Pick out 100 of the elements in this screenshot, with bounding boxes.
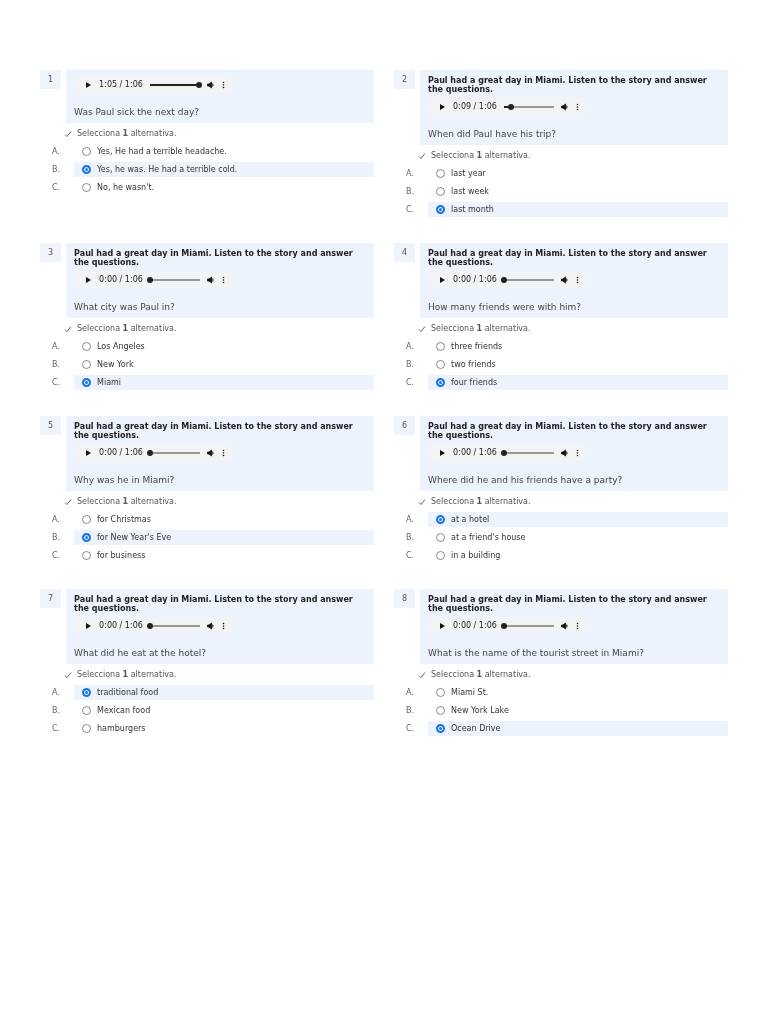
check-icon	[64, 670, 72, 679]
radio-button[interactable]	[436, 205, 445, 214]
radio-button[interactable]	[82, 688, 91, 697]
answer-option[interactable]: No, he wasn't.	[74, 180, 374, 195]
volume-icon[interactable]	[206, 275, 215, 284]
play-icon[interactable]	[438, 621, 447, 630]
more-icon[interactable]	[221, 275, 225, 284]
question-number: 1	[40, 70, 62, 89]
volume-icon[interactable]	[560, 275, 569, 284]
more-icon[interactable]	[575, 102, 579, 111]
answer-option[interactable]: last year	[428, 166, 728, 181]
answer-option[interactable]: for business	[74, 548, 374, 563]
check-icon	[64, 129, 72, 138]
hint-text: Selecciona 1 alternativa.	[77, 670, 177, 679]
audio-player[interactable]: 0:09 / 1:06	[428, 98, 589, 115]
answer-option[interactable]: for New Year's Eve	[74, 530, 374, 545]
answer-option[interactable]: last week	[428, 184, 728, 199]
option-letter: B.	[405, 187, 416, 196]
play-icon[interactable]	[84, 275, 93, 284]
more-icon[interactable]	[221, 621, 225, 630]
question-number: 4	[394, 243, 416, 262]
volume-icon[interactable]	[206, 448, 215, 457]
audio-player[interactable]: 0:00 / 1:06	[74, 444, 235, 461]
radio-button[interactable]	[436, 378, 445, 387]
progress-track[interactable]	[149, 83, 200, 86]
time-display: 0:00 / 1:06	[453, 621, 497, 630]
volume-icon[interactable]	[206, 80, 215, 89]
radio-button[interactable]	[82, 533, 91, 542]
volume-icon[interactable]	[560, 448, 569, 457]
more-icon[interactable]	[221, 80, 225, 89]
instruction-text: Paul had a great day in Miami. Listen to the story and answer the questions.	[74, 249, 354, 267]
answer-option[interactable]: at a hotel	[428, 512, 728, 527]
answer-option[interactable]: four friends	[428, 375, 728, 390]
audio-player[interactable]: 0:00 / 1:06	[74, 617, 235, 634]
progress-track[interactable]	[503, 278, 554, 281]
question-number: 8	[394, 589, 416, 608]
more-icon[interactable]	[575, 448, 579, 457]
audio-player[interactable]: 1:05 / 1:06	[74, 76, 235, 93]
radio-button[interactable]	[436, 724, 445, 733]
answer-option[interactable]: Yes, He had a terrible headache.	[74, 144, 374, 159]
hint-text: Selecciona 1 alternativa.	[431, 151, 531, 160]
volume-icon[interactable]	[560, 621, 569, 630]
audio-player[interactable]: 0:00 / 1:06	[428, 271, 589, 288]
play-icon[interactable]	[438, 275, 447, 284]
answer-option[interactable]: Yes, he was. He had a terrible cold.	[74, 162, 374, 177]
play-icon[interactable]	[84, 448, 93, 457]
radio-button[interactable]	[436, 515, 445, 524]
progress-thumb[interactable]	[507, 103, 514, 110]
answer-option[interactable]: New York Lake	[428, 703, 728, 718]
volume-icon[interactable]	[206, 621, 215, 630]
answer-option[interactable]: New York	[74, 357, 374, 372]
audio-player[interactable]: 0:00 / 1:06	[428, 444, 589, 461]
more-icon[interactable]	[575, 621, 579, 630]
progress-track[interactable]	[149, 451, 200, 454]
answer-option[interactable]: at a friend's house	[428, 530, 728, 545]
play-icon[interactable]	[84, 80, 93, 89]
progress-track[interactable]	[149, 624, 200, 627]
time-display: 1:05 / 1:06	[99, 80, 143, 89]
more-icon[interactable]	[575, 275, 579, 284]
volume-icon[interactable]	[560, 102, 569, 111]
progress-thumb[interactable]	[146, 276, 153, 283]
answer-option[interactable]: in a building	[428, 548, 728, 563]
question-text: How many friends were with him?	[428, 302, 583, 312]
play-icon[interactable]	[438, 448, 447, 457]
progress-track[interactable]	[503, 624, 554, 627]
play-icon[interactable]	[84, 621, 93, 630]
answer-option[interactable]: two friends	[428, 357, 728, 372]
answer-option[interactable]: traditional food	[74, 685, 374, 700]
instruction-text: Paul had a great day in Miami. Listen to the story and answer the questions.	[74, 422, 354, 440]
play-icon[interactable]	[438, 102, 447, 111]
hint-text: Selecciona 1 alternativa.	[431, 324, 531, 333]
time-display: 0:09 / 1:06	[453, 102, 497, 111]
option-letter: A.	[405, 688, 415, 697]
progress-thumb[interactable]	[146, 622, 153, 629]
instruction-text: Paul had a great day in Miami. Listen to the story and answer the questions.	[428, 249, 708, 267]
audio-player[interactable]: 0:00 / 1:06	[74, 271, 235, 288]
progress-track[interactable]	[503, 105, 554, 108]
progress-thumb[interactable]	[500, 276, 507, 283]
more-icon[interactable]	[221, 448, 225, 457]
progress-track[interactable]	[149, 278, 200, 281]
answer-option[interactable]: for Christmas	[74, 512, 374, 527]
audio-player[interactable]: 0:00 / 1:06	[428, 617, 589, 634]
answer-option[interactable]: hamburgers	[74, 721, 374, 736]
answer-option[interactable]: Miami	[74, 375, 374, 390]
answer-option[interactable]: Los Angeles	[74, 339, 374, 354]
radio-button[interactable]	[82, 165, 91, 174]
progress-thumb[interactable]	[500, 449, 507, 456]
progress-thumb[interactable]	[195, 81, 202, 88]
answer-option[interactable]: Miami St.	[428, 685, 728, 700]
progress-track[interactable]	[503, 451, 554, 454]
option-letter: B.	[405, 706, 416, 715]
check-icon	[64, 497, 72, 506]
answer-option[interactable]: Ocean Drive	[428, 721, 728, 736]
answer-option[interactable]: last month	[428, 202, 728, 217]
progress-thumb[interactable]	[146, 449, 153, 456]
radio-button[interactable]	[82, 378, 91, 387]
answer-option[interactable]: Mexican food	[74, 703, 374, 718]
time-display: 0:00 / 1:06	[99, 621, 143, 630]
answer-option[interactable]: three friends	[428, 339, 728, 354]
progress-thumb[interactable]	[500, 622, 507, 629]
